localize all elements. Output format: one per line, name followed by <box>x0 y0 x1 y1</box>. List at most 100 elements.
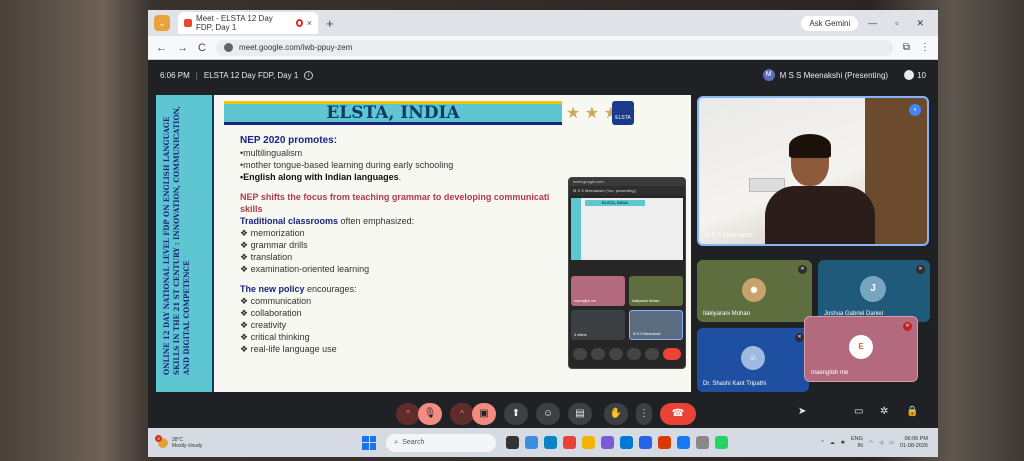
file-explorer-icon[interactable] <box>582 436 596 449</box>
meeting-info-bar: 6:06 PM | ELSTA 12 Day FDP, Day 1 i M M … <box>148 60 938 90</box>
policy-line: The new policy encourages: <box>240 283 580 295</box>
minimize-icon[interactable]: — <box>868 18 877 29</box>
shift-heading: NEP shifts the focus from teaching gramm… <box>240 192 550 202</box>
address-bar[interactable]: meet.google.com/iwb-ppuy-zem <box>215 39 893 56</box>
tab-title: Meet - ELSTA 12 Day FDP, Day 1 <box>196 14 273 32</box>
chat-button[interactable]: ▭ <box>854 406 863 417</box>
clock[interactable]: 06:06 PM 01-08-2026 <box>900 436 928 450</box>
battery-icon[interactable]: ▭ <box>889 440 894 446</box>
start-button[interactable] <box>362 435 377 450</box>
onedrive-icon[interactable]: ☁ <box>830 440 835 446</box>
promotes-tail: . <box>398 172 402 182</box>
raise-hand-button[interactable]: ✋ <box>604 403 628 425</box>
site-info-icon[interactable] <box>223 43 233 52</box>
tile-maenglish-self[interactable]: ✕ E maenglish me <box>804 316 918 382</box>
tile-name: Dr. Shashi Kant Tripathi <box>703 381 767 387</box>
mini-tile: M S S Meenakshi <box>629 310 683 340</box>
traditional-tail: often emphasized: <box>338 216 415 226</box>
camera-toggle-button[interactable]: ▣ <box>472 403 496 425</box>
shift-heading-2: skills <box>240 204 263 214</box>
tab-search-icon[interactable]: ⌄ <box>154 15 170 31</box>
mini-phone-screen: meet.google.com M S S Meenakshi (You, pr… <box>568 177 686 369</box>
more-options-button[interactable]: ⋮ <box>636 403 652 425</box>
host-controls-button[interactable]: 🔒 <box>906 406 918 417</box>
emoji-button[interactable]: ☺ <box>536 403 560 425</box>
tile-shashi[interactable]: ✕ ☺ Dr. Shashi Kant Tripathi <box>697 328 809 392</box>
traditional-item: ❖ translation <box>240 252 293 262</box>
language-code: ENG <box>850 435 863 442</box>
messenger-icon[interactable] <box>620 436 634 449</box>
windows-taskbar: 3 28°C Mostly cloudy ⌕ Search ^ ☁ ✱ ENG … <box>148 428 938 457</box>
traditional-item: ❖ grammar drills <box>240 240 308 250</box>
clock-date: 01-08-2026 <box>899 442 928 449</box>
avatar: ☺ <box>741 346 765 370</box>
volume-icon[interactable]: ◁ <box>879 440 883 446</box>
muted-mic-icon: ✕ <box>795 333 804 342</box>
mini-tile-name: maenglish me <box>574 299 596 303</box>
slide-title: ELSTA, INDIA <box>224 101 562 125</box>
weather-widget[interactable]: 3 28°C Mostly cloudy <box>155 434 202 449</box>
language-indicator[interactable]: ENG IN <box>851 436 863 450</box>
weather-badge: 3 <box>155 434 162 442</box>
reload-button[interactable]: C <box>198 42 206 54</box>
captions-button[interactable]: ▤ <box>568 403 592 425</box>
back-button[interactable]: ← <box>156 42 167 54</box>
ask-gemini-button[interactable]: Ask Gemini <box>801 15 859 31</box>
tile-name: M S S Meenakshi <box>705 233 753 239</box>
video-options-button[interactable]: ^ <box>450 403 474 425</box>
mini-tile: 4 others <box>571 310 625 340</box>
whatsapp-icon[interactable] <box>715 436 729 449</box>
promotes-item-1: •multilingualism <box>240 148 303 158</box>
tab-meet[interactable]: Meet - ELSTA 12 Day FDP, Day 1 × <box>178 12 318 34</box>
muted-mic-icon: ✕ <box>903 322 912 331</box>
participant-count[interactable]: 10 <box>904 70 926 80</box>
tile-meenakshi[interactable]: ◖ M S S Meenakshi <box>697 96 929 246</box>
slide-side-text: ONLINE 12 DAY NATIONAL LEVEL FDP ON ENGL… <box>162 106 191 375</box>
mini-tile-name: Ilakiyarani Mohan <box>632 299 660 303</box>
new-tab-button[interactable]: + <box>326 16 334 31</box>
extensions-icon[interactable]: ⧉ <box>903 42 910 53</box>
facebook-icon[interactable] <box>677 436 691 449</box>
audio-options-button[interactable]: ^ <box>396 403 420 425</box>
edge-icon[interactable] <box>544 436 558 449</box>
weather-icon: 3 <box>155 434 168 448</box>
clock-time: 06:06 PM <box>904 435 928 442</box>
tray-chevron-icon[interactable]: ^ <box>821 440 823 446</box>
window-controls: — ▫ ✕ <box>868 18 924 29</box>
mini-tile: maenglish me <box>571 276 625 306</box>
app-icon[interactable] <box>696 436 710 449</box>
task-view-icon[interactable] <box>506 436 520 449</box>
search-placeholder: Search <box>402 439 425 446</box>
meeting-info-icon[interactable]: i <box>304 70 314 80</box>
app-icon[interactable] <box>639 436 653 449</box>
store-icon[interactable] <box>601 436 615 449</box>
mini-url: meet.google.com <box>569 178 685 186</box>
region-code: IN <box>857 442 863 449</box>
muted-mic-icon: ✕ <box>798 265 807 274</box>
tile-name: maenglish me <box>811 370 849 376</box>
copilot-icon[interactable] <box>525 436 539 449</box>
mini-tile-name: 4 others <box>574 333 587 337</box>
taskbar-search[interactable]: ⌕ Search <box>386 433 497 452</box>
tile-name: Ilakiyarani Mohan <box>703 311 751 317</box>
promotes-item-2: •mother tongue-based learning during ear… <box>240 160 454 170</box>
avatar: ◉ <box>742 278 766 302</box>
bluetooth-icon[interactable]: ✱ <box>841 440 845 446</box>
mic-toggle-button[interactable]: 🎙 <box>418 403 442 425</box>
tile-ilakiyarani[interactable]: ✕ ◉ Ilakiyarani Mohan <box>697 260 812 322</box>
meeting-controls: ^ 🎙 ^ ▣ ⬆ ☺ ▤ ✋ ⋮ ☎ ➤ ▭ ✲ 🔒 <box>148 400 938 428</box>
office-icon[interactable] <box>658 436 672 449</box>
forward-button[interactable]: → <box>177 42 188 54</box>
tab-close-button[interactable]: × <box>307 18 312 28</box>
maximize-icon[interactable]: ▫ <box>895 18 898 29</box>
chrome-icon[interactable] <box>563 436 577 449</box>
browser-menu-icon[interactable]: ⋮ <box>920 42 930 53</box>
address-bar-row: ← → C meet.google.com/iwb-ppuy-zem ⧉ ⋮ <box>148 36 938 60</box>
present-button[interactable]: ⬆ <box>504 403 528 425</box>
activities-button[interactable]: ✲ <box>880 406 888 417</box>
end-call-button[interactable]: ☎ <box>660 403 696 425</box>
traditional-label: Traditional classrooms <box>240 216 339 226</box>
close-window-icon[interactable]: ✕ <box>916 18 924 29</box>
wifi-icon[interactable]: ◠ <box>869 440 873 446</box>
tile-joshua[interactable]: ✕ J Joshua Gabriel Daniel <box>818 260 930 322</box>
